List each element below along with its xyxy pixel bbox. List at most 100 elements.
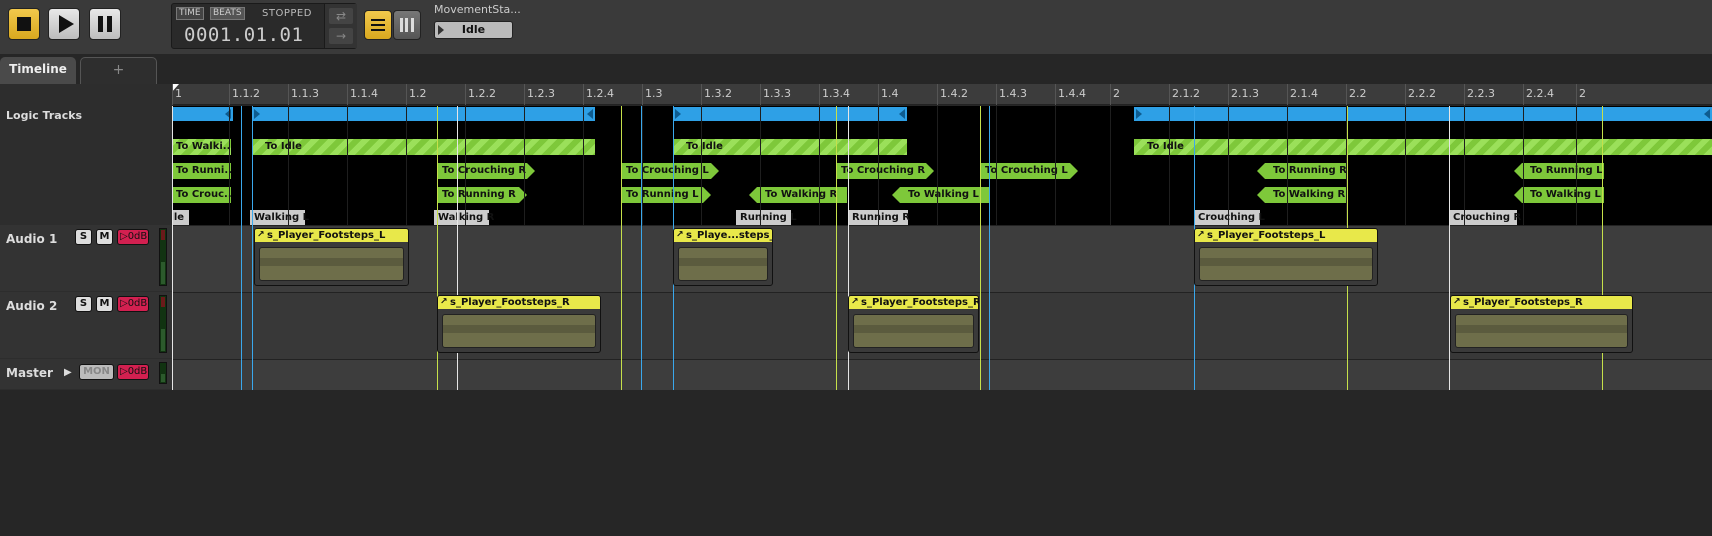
- clip-waveform: [853, 314, 974, 348]
- app-window: TIME BEATS STOPPED 0001.01.01 ⇄ → Moveme…: [0, 0, 1712, 536]
- beats-mode-toggle[interactable]: BEATS: [210, 7, 245, 20]
- ruler-tick: [1405, 84, 1406, 105]
- list-view-button[interactable]: [364, 10, 392, 40]
- transition-item[interactable]: To Idle: [1134, 139, 1712, 155]
- audio1-name: Audio 1: [6, 232, 58, 246]
- follow-icon[interactable]: →: [329, 28, 353, 44]
- grid-icon: [400, 18, 414, 32]
- current-state-box[interactable]: Idle: [434, 21, 513, 39]
- state-label[interactable]: Crouching R: [1449, 210, 1521, 225]
- ruler-tick: [1287, 84, 1288, 105]
- audio2-mute-button[interactable]: M: [96, 296, 113, 312]
- logic-track-lane[interactable]: To Walki... To Idle To Idle To Idle To Runni…: [172, 106, 1712, 225]
- logic-state-bar[interactable]: [252, 107, 595, 121]
- state-machine-name: MovementSta...: [434, 3, 521, 16]
- transition-item[interactable]: To Walki...: [172, 139, 231, 155]
- ruler-label: 1.3.4: [822, 87, 850, 100]
- audio-clip[interactable]: s_Player_Footsteps_R: [1450, 295, 1633, 353]
- audio1-mute-button[interactable]: M: [96, 229, 113, 245]
- transition-item[interactable]: To Crouching R: [437, 163, 535, 179]
- transition-item[interactable]: To Running L: [621, 187, 711, 203]
- logic-state-bar[interactable]: [1134, 107, 1712, 121]
- audio1-volume[interactable]: ▷0dB: [117, 229, 149, 245]
- state-label[interactable]: Crouching L: [1194, 210, 1265, 225]
- timeline-ruler[interactable]: 1 1.1.2 1.1.3 1.1.4 1.2 1.2.2 1.2.3 1.2.4 1.3 1.3…: [171, 84, 1712, 105]
- audio-clip[interactable]: s_Player_Footsteps_R: [848, 295, 979, 353]
- master-lane[interactable]: [172, 359, 1712, 390]
- transition-item[interactable]: To Running L: [1514, 163, 1604, 179]
- expand-icon[interactable]: ▶: [64, 367, 72, 378]
- transition-item[interactable]: To Runni...: [172, 163, 231, 179]
- audio-clip[interactable]: s_Player_Footsteps_R: [437, 295, 601, 353]
- clip-title: s_Playe...steps_L: [674, 229, 772, 242]
- clip-title: s_Player_Footsteps_L: [1195, 229, 1377, 242]
- transition-item[interactable]: To Idle: [252, 139, 595, 155]
- pause-icon: [98, 16, 112, 32]
- ruler-label: 1.4.2: [940, 87, 968, 100]
- audio1-meter: [159, 228, 167, 286]
- audio-clip[interactable]: s_Playe...steps_L: [673, 228, 773, 286]
- audio1-header: Audio 1 S M ▷0dB: [0, 225, 172, 291]
- transition-line: [836, 106, 837, 390]
- audio1-solo-button[interactable]: S: [75, 229, 92, 245]
- state-label[interactable]: Running L: [736, 210, 797, 225]
- ruler-label: 2.1.4: [1290, 87, 1318, 100]
- clip-waveform: [442, 314, 596, 348]
- ruler-tick: [347, 84, 348, 105]
- transition-item[interactable]: To Crouching R: [836, 163, 934, 179]
- ruler-label: 2.2.4: [1526, 87, 1554, 100]
- tracks-area[interactable]: To Walki... To Idle To Idle To Idle To Runni…: [172, 106, 1712, 390]
- transport-status: STOPPED: [262, 8, 312, 19]
- clip-title: s_Player_Footsteps_R: [438, 296, 600, 309]
- master-name: Master: [6, 366, 53, 380]
- logic-state-bar[interactable]: [172, 107, 233, 121]
- ruler-tick: [1523, 84, 1524, 105]
- stop-button[interactable]: [8, 8, 40, 40]
- clip-title: s_Player_Footsteps_R: [849, 296, 978, 309]
- ruler-label: 2: [1113, 87, 1120, 100]
- transition-item[interactable]: To Walking L: [892, 187, 990, 203]
- transition-item[interactable]: To Crouc...: [172, 187, 231, 203]
- logic-track-label: Logic Tracks: [6, 109, 83, 122]
- play-icon: [58, 15, 74, 33]
- ruler-label: 1.2: [409, 87, 427, 100]
- ruler-tick: [1228, 84, 1229, 105]
- audio2-volume[interactable]: ▷0dB: [117, 296, 149, 312]
- ruler-tick: [288, 84, 289, 105]
- time-mode-toggle[interactable]: TIME: [176, 7, 204, 20]
- transition-line: [980, 106, 981, 390]
- toolbar: TIME BEATS STOPPED 0001.01.01 ⇄ → Moveme…: [0, 0, 1712, 54]
- audio2-solo-button[interactable]: S: [75, 296, 92, 312]
- ruler-label: 1.3.2: [704, 87, 732, 100]
- ruler-label: 1.2.2: [468, 87, 496, 100]
- state-label[interactable]: Walking R: [434, 210, 494, 225]
- grid-view-button[interactable]: [393, 10, 421, 40]
- transition-item[interactable]: To Walking R: [749, 187, 847, 203]
- pause-button[interactable]: [89, 8, 121, 40]
- transition-item[interactable]: To Crouching L: [980, 163, 1078, 179]
- master-header: Master ▶ MON ▷0dB: [0, 359, 172, 389]
- master-monitor-button[interactable]: MON: [79, 364, 114, 380]
- add-tab-button[interactable]: +: [80, 57, 157, 84]
- audio-clip[interactable]: s_Player_Footsteps_L: [254, 228, 409, 286]
- tab-timeline[interactable]: Timeline: [0, 57, 76, 84]
- ruler-label: 1.1.3: [291, 87, 319, 100]
- clip-waveform: [259, 247, 404, 281]
- transition-item[interactable]: To Crouching L: [621, 163, 719, 179]
- transition-item[interactable]: To Running R: [1257, 163, 1347, 179]
- transition-item[interactable]: To Walking R: [1257, 187, 1347, 203]
- logic-state-bar[interactable]: [673, 107, 907, 121]
- audio-clip[interactable]: s_Player_Footsteps_L: [1194, 228, 1378, 286]
- transition-item[interactable]: To Idle: [673, 139, 907, 155]
- play-button[interactable]: [48, 8, 80, 40]
- ruler-tick: [1169, 84, 1170, 105]
- master-volume[interactable]: ▷0dB: [117, 364, 149, 380]
- loop-icon[interactable]: ⇄: [329, 8, 353, 24]
- state-label[interactable]: Idle: [172, 210, 189, 225]
- transition-line: [252, 106, 253, 390]
- transition-item[interactable]: To Running R: [437, 187, 527, 203]
- ruler-tick: [1464, 84, 1465, 105]
- transition-item[interactable]: To Walking L: [1514, 187, 1604, 203]
- tab-bar: Timeline +: [0, 54, 1712, 84]
- state-label[interactable]: Walking L: [250, 210, 309, 225]
